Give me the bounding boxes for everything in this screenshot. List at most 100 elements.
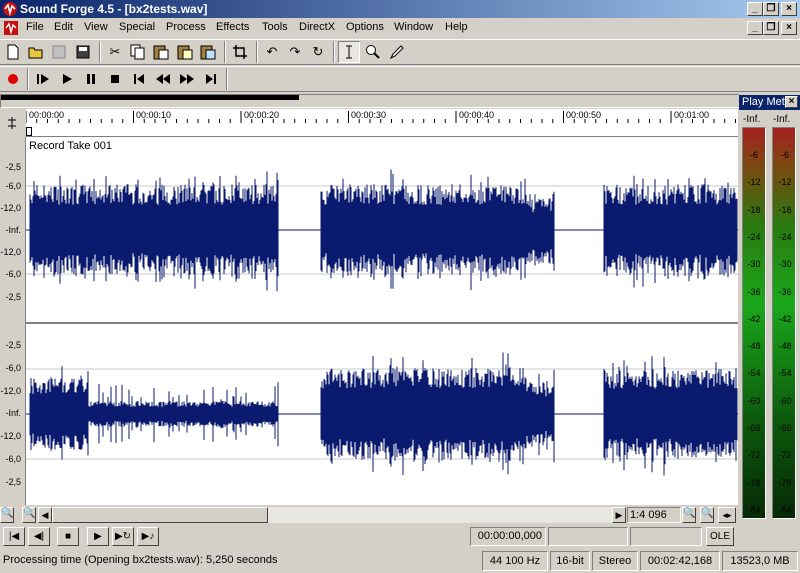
menu-view[interactable]: View — [84, 21, 108, 33]
scale-label: -6,0 — [5, 181, 21, 191]
go-end-button[interactable] — [200, 68, 222, 90]
wav-play-button[interactable]: ▶ — [87, 527, 109, 546]
doc-restore-button[interactable]: ❐ — [763, 21, 779, 35]
zoom-in-button[interactable]: 🔍 — [0, 507, 14, 523]
forward-button[interactable] — [176, 68, 198, 90]
status-free-space: 13523,0 MB — [722, 551, 798, 571]
save-disabled-button[interactable] — [48, 41, 70, 63]
meter-scale-label: -84 — [778, 504, 792, 515]
cursor-marker[interactable] — [26, 127, 32, 136]
wav-rewind-button[interactable]: ◀| — [28, 527, 50, 546]
meter-scale-label: -36 — [778, 286, 792, 297]
meter-peak-left: -Inf. — [743, 114, 761, 125]
play-meter-close-button[interactable]: × — [785, 96, 798, 108]
pencil-icon — [389, 45, 404, 60]
doc-close-button[interactable]: × — [781, 21, 797, 35]
magnify-tool-button[interactable] — [362, 41, 384, 63]
zoom-out-button[interactable]: 🔍 — [22, 507, 36, 523]
zoom-full-button[interactable]: ◂▸ — [718, 507, 736, 523]
selection-display — [548, 527, 628, 546]
meter-scale-label: -18 — [778, 204, 792, 215]
wav-loop-button[interactable]: ▶↻ — [112, 527, 134, 546]
meter-peak-right: -Inf. — [773, 114, 791, 125]
transport-toolbar — [0, 66, 800, 92]
menu-special[interactable]: Special — [119, 21, 155, 33]
meter-scale-label: -48 — [778, 341, 792, 352]
overview-bar[interactable] — [0, 94, 740, 108]
pause-button[interactable] — [80, 68, 102, 90]
copy-button[interactable] — [127, 41, 149, 63]
play-all-button[interactable] — [32, 68, 54, 90]
crop-button[interactable] — [229, 41, 251, 63]
menu-window[interactable]: Window — [394, 21, 433, 33]
wav-go-start-button[interactable]: |◀ — [3, 527, 25, 546]
status-bit-depth: 16-bit — [550, 551, 590, 571]
scale-label: -2,5 — [5, 340, 21, 350]
menu-directx[interactable]: DirectX — [299, 21, 335, 33]
menu-edit[interactable]: Edit — [54, 21, 73, 33]
wav-stop-button[interactable]: ■ — [57, 527, 79, 546]
magnify-icon: 🔍 — [683, 508, 696, 519]
play-button[interactable] — [56, 68, 78, 90]
menu-process[interactable]: Process — [166, 21, 206, 33]
folder-open-icon — [28, 47, 43, 59]
scroll-right-button[interactable]: ▶ — [612, 507, 626, 523]
record-icon — [8, 74, 18, 84]
repeat-button[interactable]: ↻ — [307, 41, 329, 63]
toolbar-separator — [99, 41, 101, 63]
zoom-out-time-button[interactable]: 🔍 — [700, 507, 714, 523]
redo-button[interactable]: ↷ — [284, 41, 306, 63]
meter-scale-label: -66 — [747, 423, 761, 433]
go-start-button[interactable] — [128, 68, 150, 90]
ole-button[interactable]: OLE — [706, 527, 734, 546]
paste-button[interactable] — [150, 41, 172, 63]
stop-button[interactable] — [104, 68, 126, 90]
ruler-tick-label: 00:00:50 — [566, 110, 602, 120]
close-button[interactable]: × — [781, 2, 797, 16]
meter-scale-label: -48 — [747, 341, 761, 352]
region-label: Record Take 001 — [29, 140, 112, 152]
edit-tool-button[interactable] — [338, 41, 360, 63]
paste-new-icon — [177, 45, 193, 60]
menu-effects[interactable]: Effects — [216, 21, 249, 33]
meter-scale-label: -30 — [747, 259, 761, 270]
cut-button[interactable]: ✂ — [104, 41, 126, 63]
menu-tools[interactable]: Tools — [262, 21, 288, 33]
scroll-left-button[interactable]: ◀ — [38, 507, 52, 523]
scrollbar-thumb[interactable] — [52, 507, 268, 523]
waveform-area[interactable]: Record Take 001 — [26, 137, 738, 505]
toolbar-separator — [256, 41, 258, 63]
scale-label: -2,5 — [5, 292, 21, 302]
mix-button[interactable] — [197, 41, 219, 63]
magnify-icon: 🔍 — [1, 508, 14, 519]
undo-button[interactable]: ↶ — [261, 41, 283, 63]
maximize-button[interactable]: ❐ — [763, 2, 779, 16]
time-ruler[interactable]: 00:00:00 00:00:10 00:00:20 00:00:30 00:0… — [26, 109, 738, 137]
record-button[interactable] — [2, 68, 24, 90]
doc-minimize-button[interactable]: _ — [747, 21, 763, 35]
waveform-display[interactable] — [26, 137, 738, 505]
open-button[interactable] — [25, 41, 47, 63]
wav-play-plugin-button[interactable]: ▶♪ — [137, 527, 159, 546]
zoom-in-time-button[interactable]: 🔍 — [682, 507, 696, 523]
menu-options[interactable]: Options — [346, 21, 384, 33]
document-icon[interactable] — [3, 20, 19, 36]
minimize-button[interactable]: _ — [747, 2, 763, 16]
menu-file[interactable]: File — [26, 21, 44, 33]
status-length: 00:02:42,168 — [640, 551, 720, 571]
meter-scale-label: -42 — [747, 313, 761, 324]
save-button[interactable] — [72, 41, 94, 63]
rewind-icon — [156, 74, 170, 84]
rewind-button[interactable] — [152, 68, 174, 90]
playbar-icon[interactable] — [5, 117, 19, 129]
meter-scale-label: -30 — [778, 259, 792, 270]
horizontal-scrollbar[interactable] — [52, 507, 612, 523]
new-button[interactable] — [2, 41, 24, 63]
fast-forward-icon — [180, 74, 194, 84]
pencil-tool-button[interactable] — [386, 41, 408, 63]
status-message: Processing time (Opening bx2tests.wav): … — [3, 554, 278, 566]
menu-help[interactable]: Help — [445, 21, 468, 33]
meter-scale-label: -72 — [747, 450, 761, 461]
meter-scale-label: -12 — [778, 177, 792, 188]
paste-new-button[interactable] — [174, 41, 196, 63]
